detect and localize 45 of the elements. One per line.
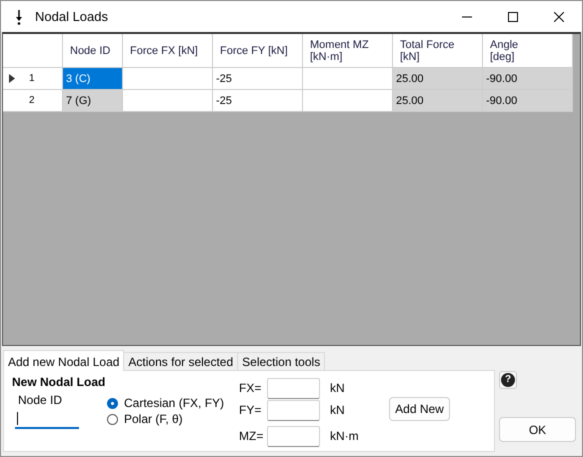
load-arrow-icon [14,8,24,24]
radio-icon[interactable] [107,398,118,408]
tab[interactable]: Add new Nodal Load [3,350,124,371]
corner-header [3,34,63,68]
table-cell[interactable] [123,90,213,112]
row-number: 1 [29,73,35,84]
radio-option[interactable]: Cartesian (FX, FY) [107,396,239,410]
column-header[interactable]: Node ID [63,34,123,68]
row-header[interactable]: 1 [3,68,63,90]
row-header[interactable]: 2 [3,90,63,112]
close-icon [554,12,564,22]
help-button[interactable]: ? [499,371,517,389]
table-cell[interactable]: -25 [213,68,303,90]
radio-icon[interactable] [107,414,118,424]
row-number: 2 [29,95,35,106]
field-label: Node ID [18,393,64,407]
table-cell[interactable]: -90.00 [483,90,573,112]
table-cell[interactable]: -25 [213,90,303,112]
table-cell[interactable]: -90.00 [483,68,573,90]
current-row-icon [9,74,15,83]
add-new-button[interactable]: Add New [389,397,450,421]
table-cell[interactable]: 25.00 [393,90,483,112]
table-cell[interactable]: 3 (C) [63,68,123,90]
field-label: FY= [239,403,262,417]
column-header[interactable]: Angle [deg] [483,34,573,68]
group-title: New Nodal Load [12,375,106,389]
column-header[interactable]: Force FX [kN] [123,34,213,68]
unit-label: kN·m [330,429,359,443]
field-label: MZ= [239,429,264,443]
column-header[interactable]: Total Force [kN] [393,34,483,68]
table-cell[interactable] [303,90,393,112]
ok-button[interactable]: OK [499,417,576,442]
table-cell[interactable] [123,68,213,90]
table-cell[interactable]: 25.00 [393,68,483,90]
tab[interactable]: Selection tools [237,352,326,370]
maximize-icon [508,12,518,22]
window-title: Nodal Loads [35,9,108,24]
column-header[interactable]: Force FY [kN] [213,34,303,68]
table-cell[interactable] [303,68,393,90]
table-cell[interactable]: 7 (G) [63,90,123,112]
field-label: FX= [239,381,262,395]
column-header[interactable]: Moment MZ [kN·m] [303,34,393,68]
radio-option[interactable]: Polar (F, θ) [107,412,239,426]
unit-label: kN [330,403,345,417]
unit-label: kN [330,381,345,395]
